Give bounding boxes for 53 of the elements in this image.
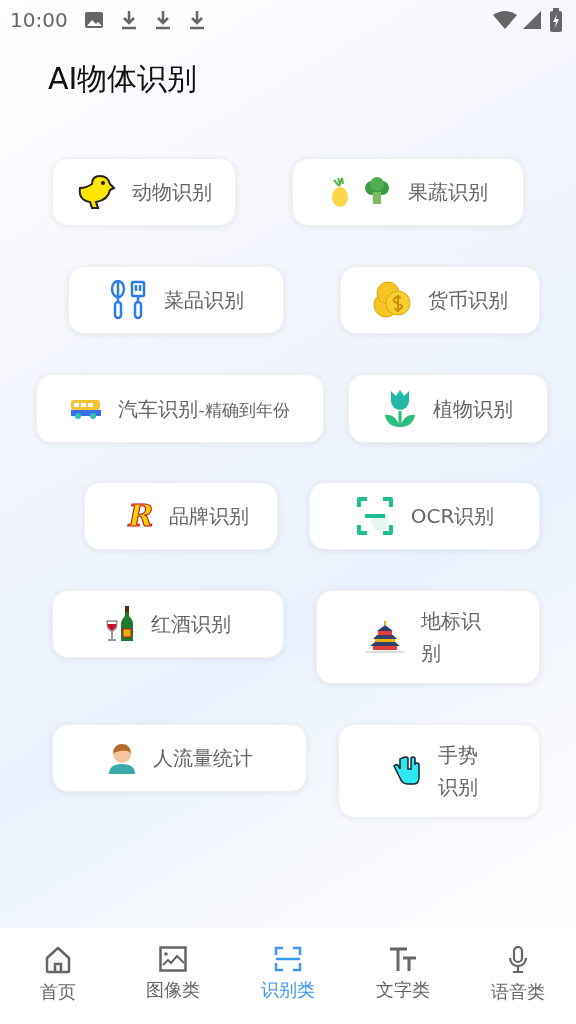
image-icon [158, 946, 187, 972]
feature-card[interactable]: 货币识别 [340, 266, 540, 334]
image-icon [83, 11, 104, 29]
feature-card[interactable]: 果蔬识别 [292, 158, 524, 226]
feature-label: 植物识别 [433, 395, 513, 423]
feature-label: 动物识别 [132, 179, 212, 206]
duck-icon [76, 174, 116, 210]
feature-card[interactable]: 动物识别 [52, 158, 236, 226]
signal-icon [522, 10, 542, 30]
scan-icon [354, 496, 395, 536]
nav-tab[interactable]: 首页 [0, 928, 116, 1024]
feature-card[interactable]: 地标识别 [316, 590, 540, 684]
wine-icon [105, 605, 135, 643]
feature-label: 菜品识别 [164, 287, 244, 314]
download-icon [187, 10, 206, 30]
nav-tab[interactable]: 语音类 [460, 928, 576, 1024]
feature-card[interactable]: 植物识别 [348, 374, 548, 443]
tulip-icon [383, 388, 417, 429]
bus-icon [70, 397, 103, 420]
coins-icon [372, 281, 412, 319]
feature-label: 红酒识别 [151, 611, 231, 638]
feature-label: 汽车识别-精确到年份 [118, 395, 290, 423]
wifi-icon [492, 10, 518, 30]
home-icon [43, 946, 72, 974]
nav-tab[interactable]: 图像类 [115, 928, 231, 1024]
feature-card[interactable]: 人流量统计 [52, 724, 307, 792]
download-icon [153, 10, 172, 30]
feature-label: 地标识别 [421, 608, 482, 667]
feature-card[interactable]: 汽车识别-精确到年份 [36, 374, 324, 443]
feature-card[interactable]: 手势识别 [338, 724, 540, 818]
person-icon [106, 742, 137, 774]
feature-card[interactable]: R 品牌识别 [84, 482, 278, 550]
battery-icon [550, 8, 562, 32]
feature-card[interactable]: 菜品识别 [68, 266, 284, 334]
feature-label: OCR识别 [410, 503, 495, 530]
feature-label: 人流量统计 [152, 745, 253, 772]
brand-logo: R [128, 501, 154, 531]
feature-card[interactable]: 红酒识别 [52, 590, 284, 658]
feature-label: 手势识别 [438, 742, 479, 801]
nav-tab[interactable]: 识别类 [230, 928, 346, 1024]
feature-label: 果蔬识别 [408, 179, 488, 206]
scan-icon [274, 946, 302, 972]
utensils-icon [108, 280, 148, 320]
hand-icon [392, 755, 422, 787]
temple-icon [365, 619, 405, 655]
feature-label: 品牌识别 [169, 503, 250, 530]
text-size-icon [389, 946, 418, 972]
nav-tab[interactable]: 文字类 [345, 928, 461, 1024]
page-title: AI物体识别 [48, 64, 199, 94]
download-icon [119, 10, 138, 30]
feature-card[interactable]: OCR识别 [309, 482, 540, 550]
clock: 10:00 [10, 7, 68, 34]
feature-label: 货币识别 [428, 287, 508, 314]
